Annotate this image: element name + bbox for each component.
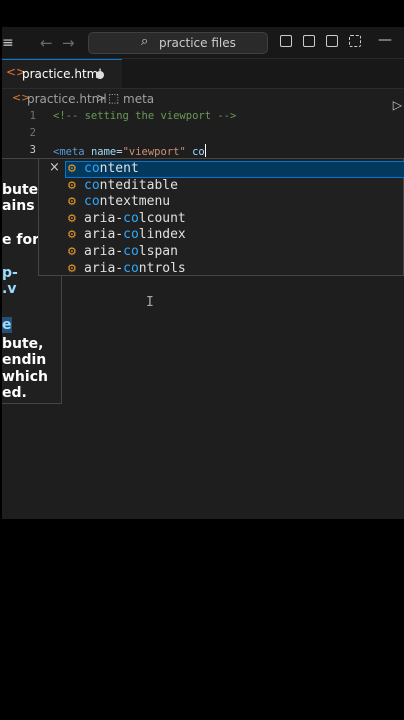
line-number: 3 [29,144,36,156]
suggestion-item[interactable]: ⚙ contextmenu [65,194,404,211]
code-typed-text: co [192,146,205,158]
symbol-cube-icon: ⬚ [108,91,120,105]
code-attribute: name [90,146,117,158]
minimize-icon[interactable]: — [378,32,392,48]
title-bar: ≡ ← → ⌕ practice files — [2,27,404,59]
search-placeholder: practice files [159,36,236,50]
command-center-search[interactable]: ⌕ practice files [88,32,268,54]
suggestion-widget: × ⚙ content ⚙ conteditable ⚙ contextmenu ⚙ a… [38,158,404,276]
unsaved-dot-icon[interactable] [96,71,104,79]
editor-window: ≡ ← → ⌕ practice files — <> practice.htm… [2,27,404,519]
line-number: 2 [29,127,36,139]
mouse-ibeam-cursor-icon: I [146,295,154,310]
suggestion-item[interactable]: ⚙ aria-colcount [65,211,404,228]
hover-text: p- [2,265,18,281]
suggestion-label: aria-colcount [84,210,186,226]
code-line-meta: <meta name="viewport" co [53,144,206,158]
property-icon: ⚙ [67,261,77,275]
toggle-secondary-sidebar-icon[interactable] [326,35,338,47]
property-icon: ⚙ [67,195,77,209]
hover-text: which [2,369,48,385]
property-icon: ⚙ [67,228,77,242]
tab-bar: <> practice.html ▷ [2,59,404,112]
suggestion-label: aria-controls [84,260,186,276]
hover-text: bute [2,182,39,198]
tab-label: practice.html [22,67,102,81]
toggle-panel-icon[interactable] [303,35,315,47]
suggestion-label: contextmenu [84,194,171,210]
hamburger-menu-icon[interactable]: ≡ [2,35,14,51]
property-icon: ⚙ [67,211,77,225]
arrow-left-icon[interactable]: ← [40,34,53,52]
hover-text: .v [2,281,17,297]
customize-layout-icon[interactable] [349,35,361,47]
suggestion-item[interactable]: ⚙ aria-colspan [65,244,404,261]
hover-text: e [2,317,12,333]
suggestion-item[interactable]: ⚙ conteditable [65,178,404,195]
property-icon: ⚙ [67,162,77,175]
suggestion-item[interactable]: ⚙ content [65,161,404,178]
hover-text: e for [2,232,39,248]
breadcrumb-file[interactable]: practice.html [27,92,107,106]
line-number: 1 [29,110,36,122]
text-cursor [204,144,206,157]
suggestion-label: conteditable [84,177,178,193]
code-string: "viewport" [122,146,186,158]
breadcrumb-symbol[interactable]: meta [123,92,154,106]
suggestion-item[interactable]: ⚙ aria-controls [65,261,404,278]
tab-practice-html[interactable]: <> practice.html [2,59,122,88]
close-icon[interactable]: × [49,160,60,175]
breadcrumb-separator: > [96,91,107,105]
toggle-primary-sidebar-icon[interactable] [280,35,292,47]
hover-text: bute, [2,336,44,352]
search-icon: ⌕ [141,34,149,49]
code-comment: <!-- setting the viewport --> [53,110,237,122]
property-icon: ⚙ [67,244,77,258]
suggestion-item[interactable]: ⚙ aria-colindex [65,227,404,244]
breadcrumb: <> practice.html > ⬚ meta [2,89,404,109]
hover-text: ains [2,198,35,214]
suggestion-label: content [84,161,139,176]
suggestion-label: aria-colindex [84,227,186,243]
property-icon: ⚙ [67,178,77,192]
arrow-right-icon[interactable]: → [62,34,75,52]
hover-text: endin [2,352,47,368]
hover-text: ed. [2,385,27,401]
suggestion-label: aria-colspan [84,243,178,259]
suggestion-list: ⚙ content ⚙ conteditable ⚙ contextmenu ⚙ ari… [65,161,404,277]
code-tag: <meta [53,146,85,158]
